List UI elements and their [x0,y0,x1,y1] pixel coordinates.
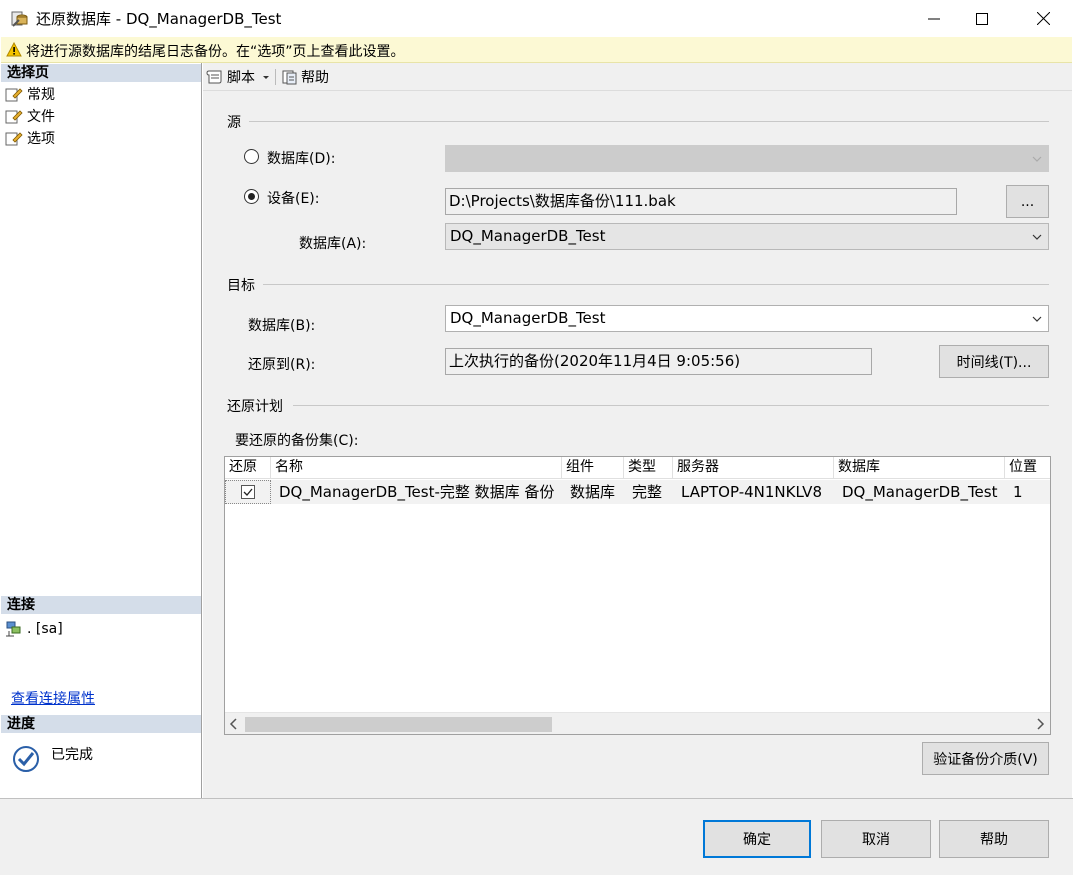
connection-value: . [sa] [27,621,63,637]
chevron-down-icon [1032,316,1042,322]
maximize-icon [976,12,988,25]
restore-database-icon [11,11,28,27]
scrollbar-thumb[interactable] [245,717,552,732]
main-content: 脚本 帮助 源 数据库(D): 设备(E): D:\Projects\数据库备份… [203,63,1072,798]
warning-bar: 将进行源数据库的结尾日志备份。在“选项”页上查看此设置。 [1,37,1072,63]
column-header-position[interactable]: 位置 [1005,457,1050,479]
server-icon [6,621,21,637]
restore-plan-section-label: 还原计划 [227,399,283,415]
checkmark-circle-icon [11,744,41,774]
warning-icon [6,42,22,57]
page-icon [5,88,23,102]
device-path-field[interactable]: D:\Projects\数据库备份\111.bak [445,188,957,215]
connection-info: . [sa] [5,619,63,639]
device-radio-label: 设备(E): [267,191,320,207]
device-database-select[interactable]: DQ_ManagerDB_Test [445,223,1049,250]
column-header-database[interactable]: 数据库 [834,457,1005,479]
target-database-label: 数据库(B): [248,318,316,334]
table-cell-component: 数据库 [570,483,616,501]
view-connection-properties-link[interactable]: 查看连接属性 [11,688,95,708]
maximize-button[interactable] [959,0,1005,37]
page-icon [5,110,23,124]
target-database-value: DQ_ManagerDB_Test [450,309,606,327]
table-cell-position: 1 [1013,483,1023,501]
progress-status: 已完成 [51,747,93,763]
progress-header: 进度 [1,715,201,733]
sidebar-item-options[interactable]: 选项 [5,128,55,148]
restore-checkbox[interactable] [241,485,255,499]
chevron-down-icon [1032,156,1042,162]
device-radio[interactable] [244,189,259,204]
restore-to-label: 还原到(R): [248,357,316,373]
checkmark-icon [243,488,253,496]
section-divider [263,284,1049,285]
chevron-down-icon [1032,234,1042,240]
scroll-left-icon[interactable] [227,716,241,732]
section-divider [249,121,1049,122]
column-header-restore[interactable]: 还原 [225,457,271,479]
device-database-label: 数据库(A): [299,236,367,252]
warning-text: 将进行源数据库的结尾日志备份。在“选项”页上查看此设置。 [26,44,405,60]
help-icon [282,70,297,85]
horizontal-scrollbar[interactable] [225,712,1050,734]
target-section-label: 目标 [227,278,255,294]
table-cell-name: DQ_ManagerDB_Test-完整 数据库 备份 [279,483,555,501]
minimize-button[interactable] [911,0,957,37]
toolbar: 脚本 帮助 [203,63,1072,91]
sidebar-item-general[interactable]: 常规 [5,84,55,104]
column-header-name[interactable]: 名称 [271,457,562,479]
ok-button[interactable]: 确定 [703,820,811,858]
database-radio-label: 数据库(D): [267,151,336,167]
target-database-select[interactable]: DQ_ManagerDB_Test [445,305,1049,332]
page-icon [5,132,23,146]
restore-to-field[interactable]: 上次执行的备份(2020年11月4日 9:05:56) [445,348,872,375]
close-icon [1036,12,1050,25]
table-cell-server: LAPTOP-4N1NKLV8 [681,483,822,501]
title-bar: 还原数据库 - DQ_ManagerDB_Test [0,0,1073,37]
sidebar-item-files[interactable]: 文件 [5,106,55,126]
dropdown-arrow-icon[interactable] [261,72,271,82]
device-database-value: DQ_ManagerDB_Test [450,227,606,245]
column-header-type[interactable]: 类型 [624,457,673,479]
connection-header: 连接 [1,596,201,614]
verify-backup-media-button[interactable]: 验证备份介质(V) [922,742,1049,775]
table-cell-type: 完整 [632,483,663,501]
cancel-button[interactable]: 取消 [821,820,931,858]
toolbar-separator [275,69,276,85]
browse-device-button[interactable]: ... [1006,185,1049,218]
sidebar-item-label: 文件 [27,109,55,125]
source-database-select[interactable] [445,145,1049,172]
left-panel: 选择页 常规 文件 选项 连接 . [sa] 查看连接属性 进度 已完成 [1,63,202,798]
script-button[interactable]: 脚本 [206,67,271,87]
help-toolbar-button[interactable]: 帮助 [281,67,329,87]
script-label: 脚本 [227,70,255,86]
section-divider [293,405,1049,406]
select-page-header: 选择页 [1,64,201,82]
help-label: 帮助 [301,70,329,86]
column-header-component[interactable]: 组件 [562,457,624,479]
minimize-icon [928,18,940,19]
script-icon [206,70,222,84]
sidebar-item-label: 常规 [27,87,55,103]
source-section-label: 源 [227,115,241,131]
column-header-server[interactable]: 服务器 [673,457,834,479]
database-radio[interactable] [244,149,259,164]
backup-sets-label: 要还原的备份集(C): [235,433,359,449]
help-button[interactable]: 帮助 [939,820,1049,858]
backup-sets-table[interactable]: 还原 名称 组件 类型 服务器 数据库 位置 DQ_ManagerDB_Test… [224,456,1051,735]
dialog-footer: 确定 取消 帮助 [0,798,1073,875]
close-button[interactable] [1020,0,1066,37]
timeline-button[interactable]: 时间线(T)... [939,345,1049,378]
window-title: 还原数据库 - DQ_ManagerDB_Test [36,10,282,28]
sidebar-item-label: 选项 [27,131,55,147]
scroll-right-icon[interactable] [1033,716,1047,732]
table-cell-database: DQ_ManagerDB_Test [842,483,998,501]
